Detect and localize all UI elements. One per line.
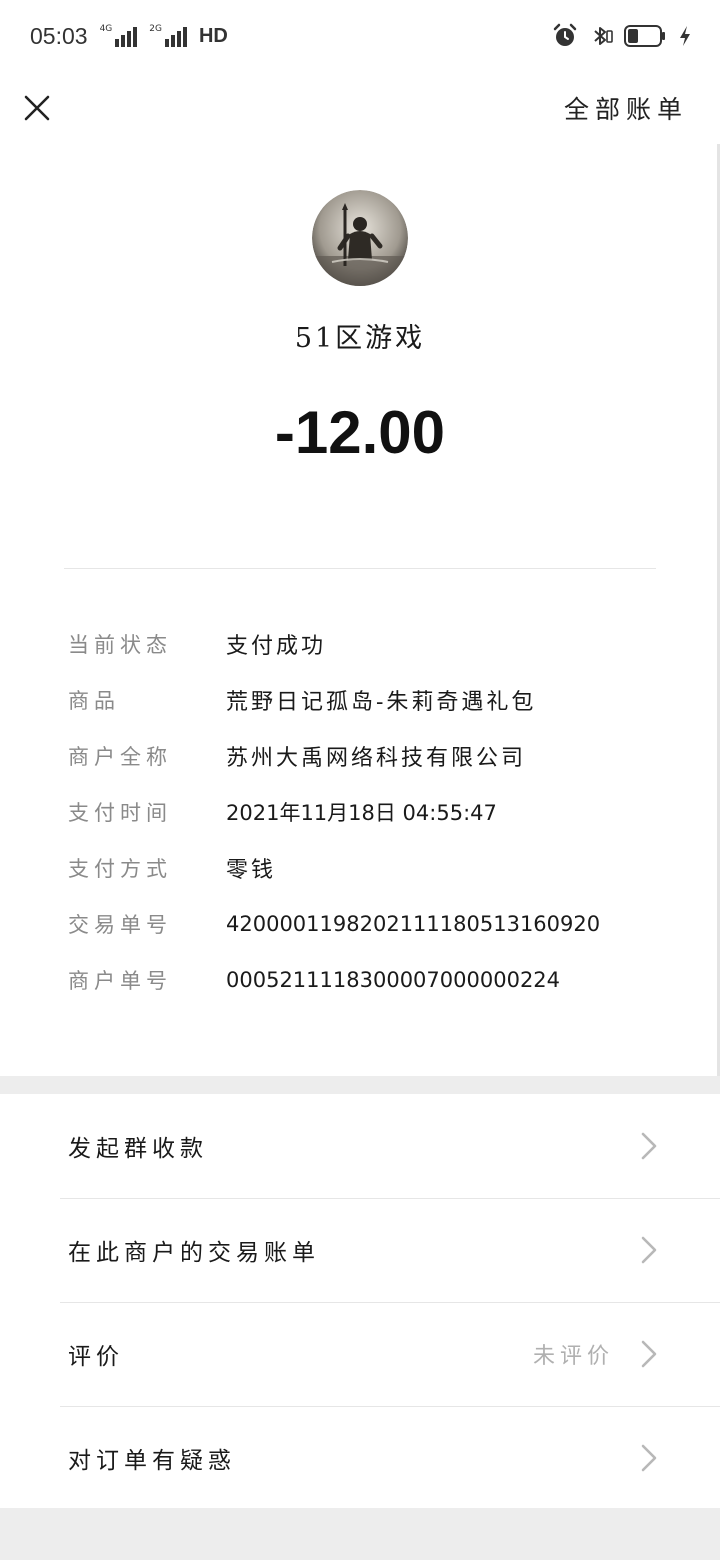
detail-label: 交易单号 <box>68 913 172 937</box>
close-icon <box>24 95 50 121</box>
battery-icon <box>624 25 665 47</box>
close-button[interactable] <box>22 93 52 123</box>
detail-label: 支付时间 <box>68 801 172 825</box>
action-list: 发起群收款 在此商户的交易账单 评价 未评价 对订单有疑惑 <box>0 1094 720 1508</box>
detail-value-merchant-fullname: 苏州大禹网络科技有限公司 <box>226 746 527 771</box>
detail-value-pay-time: 2021年11月18日 04:55:47 <box>226 801 497 825</box>
merchant-name: 51区游戏 <box>294 323 426 354</box>
detail-row-merchant-order-id: 商户单号 0005211118300007000000224 <box>68 952 668 1008</box>
signal-2g-icon: 2G <box>149 25 187 47</box>
detail-label: 当前状态 <box>68 633 172 657</box>
transaction-amount: -12.00 <box>274 399 446 466</box>
signal-bar <box>164 39 169 47</box>
action-order-question[interactable]: 对订单有疑惑 <box>0 1406 720 1510</box>
detail-label: 商品 <box>68 689 120 713</box>
detail-label: 商户全称 <box>68 745 172 769</box>
transaction-details: 当前状态 支付成功 商品 荒野日记孤岛-朱莉奇遇礼包 商户全称 苏州大禹网络科技… <box>68 616 668 1008</box>
review-status: 未评价 <box>532 1344 614 1369</box>
detail-row-transaction-id: 交易单号 4200001198202111180513160920 <box>68 896 668 952</box>
action-label: 发起群收款 <box>68 1136 208 1162</box>
action-group-collect[interactable]: 发起群收款 <box>0 1094 720 1198</box>
action-merchant-bills[interactable]: 在此商户的交易账单 <box>0 1198 720 1302</box>
action-review[interactable]: 评价 未评价 <box>0 1302 720 1406</box>
merchant-avatar <box>312 190 408 286</box>
merchant-avatar-image <box>312 190 408 286</box>
nav-bar: 全部账单 <box>0 72 720 144</box>
alarm-icon <box>553 23 577 46</box>
signal-bar <box>133 27 138 47</box>
hd-voice-label: HD <box>198 24 228 47</box>
divider <box>64 568 656 569</box>
signal-bar <box>176 31 181 47</box>
bluetooth-icon <box>594 27 613 45</box>
transaction-card: 51区游戏 -12.00 当前状态 支付成功 商品 荒野日记孤岛-朱莉奇遇礼包 … <box>0 144 720 1076</box>
chevron-right-icon <box>641 1444 657 1472</box>
detail-label: 商户单号 <box>68 969 172 993</box>
detail-row-product: 商品 荒野日记孤岛-朱莉奇遇礼包 <box>68 672 668 728</box>
detail-label: 支付方式 <box>68 857 172 881</box>
network-tag-2g: 2G <box>149 24 162 34</box>
chevron-right-icon <box>641 1236 657 1264</box>
status-bar: 05:03 4G 2G HD <box>0 0 720 72</box>
detail-value-pay-method: 零钱 <box>226 858 277 883</box>
signal-4g-icon: 4G <box>100 25 138 47</box>
network-tag-4g: 4G <box>99 24 113 34</box>
detail-row-merchant-fullname: 商户全称 苏州大禹网络科技有限公司 <box>68 728 668 784</box>
status-left: 05:03 4G 2G HD <box>30 23 228 50</box>
action-label: 评价 <box>68 1344 124 1370</box>
charging-icon <box>680 26 690 46</box>
detail-row-pay-method: 支付方式 零钱 <box>68 840 668 896</box>
detail-value-product: 荒野日记孤岛-朱莉奇遇礼包 <box>226 690 537 715</box>
status-right <box>552 23 692 49</box>
chevron-right-icon <box>641 1132 657 1160</box>
detail-value-merchant-order-id[interactable]: 0005211118300007000000224 <box>226 968 560 992</box>
signal-bar <box>115 39 120 47</box>
all-bills-link[interactable]: 全部账单 <box>564 90 688 126</box>
action-label: 对订单有疑惑 <box>68 1448 236 1474</box>
signal-bar <box>170 35 175 47</box>
signal-bar <box>127 31 132 47</box>
status-time: 05:03 <box>30 22 88 49</box>
chevron-right-icon <box>641 1340 657 1368</box>
detail-value-status: 支付成功 <box>226 634 327 659</box>
signal-bar <box>182 27 187 47</box>
detail-row-pay-time: 支付时间 2021年11月18日 04:55:47 <box>68 784 668 840</box>
action-label: 在此商户的交易账单 <box>68 1240 320 1266</box>
detail-row-status: 当前状态 支付成功 <box>68 616 668 672</box>
detail-value-transaction-id[interactable]: 4200001198202111180513160920 <box>226 912 600 936</box>
signal-bar <box>121 35 126 47</box>
